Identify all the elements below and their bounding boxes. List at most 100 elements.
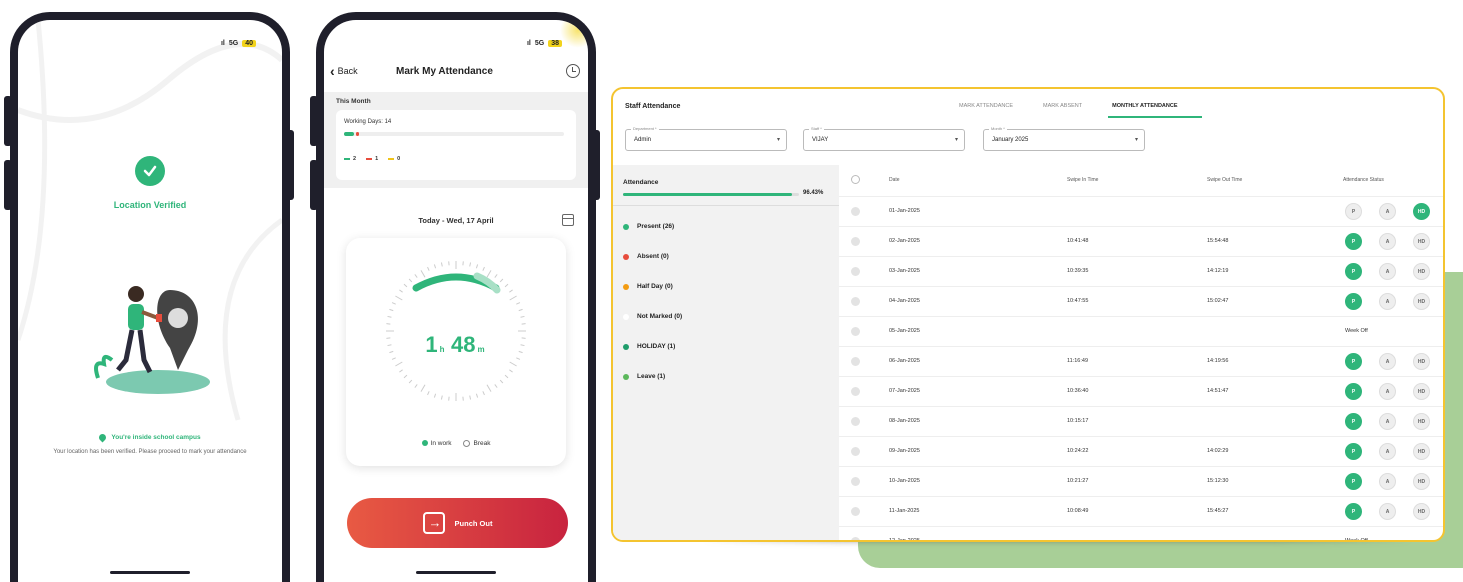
half-day-button[interactable]: HD [1413, 353, 1430, 370]
staff-attendance-panel: Staff Attendance MARK ATTENDANCE MARK AB… [611, 87, 1445, 542]
table-row[interactable]: 01-Jan-2025 P A HD [839, 197, 1443, 227]
present-button[interactable]: P [1345, 353, 1362, 370]
absent-button[interactable]: A [1379, 293, 1396, 310]
table-row[interactable]: 12-Jan-2025 Week Off [839, 527, 1443, 540]
half-day-button[interactable]: HD [1413, 503, 1430, 520]
punch-out-button[interactable]: Punch Out [347, 498, 568, 548]
row-swipe-out: 15:45:27 [1207, 508, 1229, 514]
half-day-button[interactable]: HD [1413, 473, 1430, 490]
legend-present: 2 [344, 156, 356, 162]
row-checkbox[interactable] [851, 537, 860, 540]
table-row[interactable]: 05-Jan-2025 Week Off [839, 317, 1443, 347]
staff-select[interactable]: Staff * VIJAY ▾ [803, 126, 965, 151]
minutes-unit: m [477, 345, 485, 354]
col-swipe-in: Swipe In Time [1067, 177, 1099, 183]
table-row[interactable]: 11-Jan-2025 10:08:49 15:45:27 P A HD [839, 497, 1443, 527]
row-checkbox[interactable] [851, 207, 860, 216]
department-label: Department * [631, 126, 659, 131]
in-work-radio[interactable]: In work [421, 440, 451, 447]
break-radio[interactable]: Break [463, 440, 490, 447]
clock-tick [391, 302, 396, 305]
absent-button[interactable]: A [1379, 233, 1396, 250]
row-swipe-in: 10:24:22 [1067, 448, 1089, 454]
present-button[interactable]: P [1345, 233, 1362, 250]
absent-button[interactable]: A [1379, 203, 1396, 220]
back-button[interactable]: ‹ Back [330, 64, 358, 78]
inside-campus-line: You're inside school campus [18, 432, 282, 443]
absent-button[interactable]: A [1379, 413, 1396, 430]
table-row[interactable]: 04-Jan-2025 10:47:55 15:02:47 P A HD [839, 287, 1443, 317]
clock-tick [509, 361, 517, 367]
clock-tick [433, 393, 437, 398]
row-date: 09-Jan-2025 [889, 448, 920, 454]
attendance-progress-bar [623, 193, 799, 196]
absent-button[interactable]: A [1379, 353, 1396, 370]
table-row[interactable]: 09-Jan-2025 10:24:22 14:02:29 P A HD [839, 437, 1443, 467]
row-checkbox[interactable] [851, 507, 860, 516]
row-date: 01-Jan-2025 [889, 208, 920, 214]
present-button[interactable]: P [1345, 263, 1362, 280]
person-location-illustration [94, 286, 210, 394]
present-button[interactable]: P [1345, 293, 1362, 310]
history-icon[interactable] [566, 64, 580, 78]
present-button[interactable]: P [1345, 473, 1362, 490]
half-day-button[interactable]: HD [1413, 203, 1430, 220]
half-day-button[interactable]: HD [1413, 443, 1430, 460]
present-button[interactable]: P [1345, 413, 1362, 430]
present-button[interactable]: P [1345, 203, 1362, 220]
row-checkbox[interactable] [851, 387, 860, 396]
half-day-button[interactable]: HD [1413, 413, 1430, 430]
row-checkbox[interactable] [851, 267, 860, 276]
month-select[interactable]: Month * January 2025 ▾ [983, 126, 1145, 151]
present-button[interactable]: P [1345, 503, 1362, 520]
department-select[interactable]: Department * Admin ▾ [625, 126, 787, 151]
present-button[interactable]: P [1345, 443, 1362, 460]
row-checkbox[interactable] [851, 447, 860, 456]
tab-monthly-attendance[interactable]: MONTHLY ATTENDANCE [1108, 103, 1203, 118]
table-row[interactable]: 10-Jan-2025 10:21:27 15:12:30 P A HD [839, 467, 1443, 497]
clock-tick [516, 302, 521, 305]
legend-leave: Leave (1) [623, 373, 665, 380]
absent-button[interactable]: A [1379, 503, 1396, 520]
half-day-button[interactable]: HD [1413, 263, 1430, 280]
table-row[interactable]: 07-Jan-2025 10:36:40 14:51:47 P A HD [839, 377, 1443, 407]
clock-tick [414, 384, 418, 388]
half-day-button[interactable]: HD [1413, 293, 1430, 310]
col-swipe-out: Swipe Out Time [1207, 177, 1243, 183]
half-day-button[interactable]: HD [1413, 383, 1430, 400]
present-button[interactable]: P [1345, 383, 1362, 400]
absent-button[interactable]: A [1379, 263, 1396, 280]
clock-tick [414, 274, 418, 278]
panel-title: Staff Attendance [625, 103, 681, 110]
corner-glow [560, 20, 588, 48]
row-checkbox[interactable] [851, 327, 860, 336]
row-checkbox[interactable] [851, 357, 860, 366]
punch-out-label: Punch Out [454, 518, 493, 528]
absent-button[interactable]: A [1379, 443, 1396, 460]
table-row[interactable]: 06-Jan-2025 11:16:49 14:19:56 P A HD [839, 347, 1443, 377]
calendar-icon[interactable] [562, 214, 574, 226]
row-checkbox[interactable] [851, 477, 860, 486]
col-status: Attendance Status [1343, 177, 1384, 183]
work-clock-card: 1h 48 m In work Break [346, 238, 566, 466]
row-checkbox[interactable] [851, 297, 860, 306]
table-row[interactable]: 02-Jan-2025 10:41:48 15:54:48 P A HD [839, 227, 1443, 257]
row-checkbox[interactable] [851, 417, 860, 426]
row-checkbox[interactable] [851, 237, 860, 246]
staff-label: Staff * [809, 126, 824, 131]
tab-mark-absent[interactable]: MARK ABSENT [1043, 103, 1082, 109]
home-indicator [416, 571, 496, 574]
absent-button[interactable]: A [1379, 383, 1396, 400]
table-row[interactable]: 03-Jan-2025 10:39:35 14:12:19 P A HD [839, 257, 1443, 287]
half-day-button[interactable]: HD [1413, 233, 1430, 250]
app-header: ‹ Back Mark My Attendance [324, 64, 588, 84]
table-row[interactable]: 08-Jan-2025 10:15:17 P A HD [839, 407, 1443, 437]
select-all-checkbox[interactable] [851, 175, 860, 184]
clock-tick [499, 278, 504, 283]
row-swipe-in: 11:16:49 [1067, 358, 1089, 364]
tab-mark-attendance[interactable]: MARK ATTENDANCE [959, 103, 1013, 109]
row-swipe-in: 10:41:48 [1067, 238, 1089, 244]
absent-button[interactable]: A [1379, 473, 1396, 490]
working-days-bar [344, 132, 564, 136]
row-date: 02-Jan-2025 [889, 238, 920, 244]
